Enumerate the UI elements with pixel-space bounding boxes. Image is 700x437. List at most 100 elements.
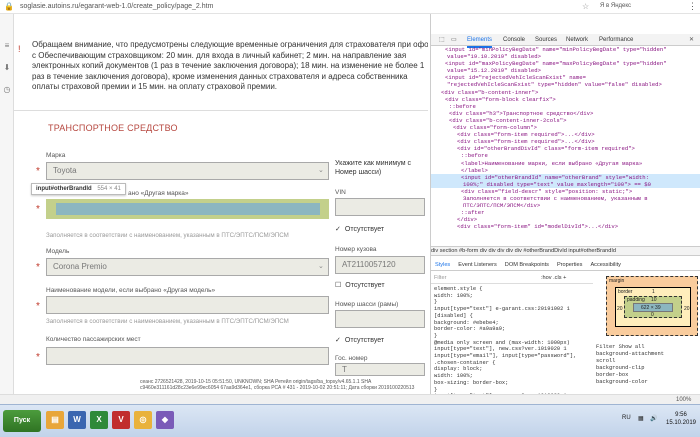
word-icon[interactable]: W [68, 411, 86, 429]
notice-text: Обращаем внимание, что предусмотрены сле… [32, 40, 428, 91]
chevron-down-icon: ⌄ [318, 167, 324, 174]
download-icon[interactable]: ⬇ [3, 64, 11, 72]
taskbar-strip: Пуск ▤ W X V ◎ ◆ RU ▦ 🔊 9:56 15.10.2019 [0, 404, 700, 437]
excel-icon[interactable]: X [90, 411, 108, 429]
gos-number-input[interactable]: T [335, 363, 425, 376]
yandex-search-label[interactable]: Я в Яндекс [600, 3, 631, 9]
required-star: * [36, 204, 40, 215]
body-number-input[interactable]: AT2110057120 [335, 256, 425, 274]
device-icon[interactable]: ▭ [451, 34, 457, 46]
dom-line[interactable]: <input id="maxPolicyBegDate" name="maxPo… [431, 60, 700, 67]
vivaldi-icon[interactable]: V [112, 411, 130, 429]
dom-line[interactable]: <div id="otherBrandDivId" class="form-it… [431, 145, 700, 152]
other-model-input[interactable] [46, 296, 329, 314]
star-icon[interactable]: ☆ [582, 2, 589, 11]
style-rule-line: input[type="email"], input[type="passwor… [434, 353, 577, 360]
computed-line: Filter Show all [596, 344, 645, 350]
dom-line[interactable]: </label> [431, 167, 700, 174]
box-margin-label: margin [609, 278, 625, 284]
app-icon[interactable]: ◆ [156, 411, 174, 429]
dom-line[interactable]: value="15.12.2019" disabled> [431, 67, 700, 74]
styles-tab[interactable]: DOM Breakpoints [505, 262, 549, 268]
dom-line[interactable]: </div> [431, 216, 700, 223]
body-absent-checkbox[interactable]: ☐ Отсутствует [335, 281, 385, 289]
required-star: * [36, 301, 40, 312]
tab-performance[interactable]: Performance [599, 34, 633, 46]
style-rule-line: border-color: #a9a9a9; [434, 326, 506, 333]
style-rule-line: .chosen-container { [434, 359, 496, 366]
dom-line[interactable]: ПТС/ЭПТС/ПСМ/ЭПСМ</div> [431, 202, 700, 209]
dom-line[interactable]: ::before [431, 152, 700, 159]
explorer-icon[interactable]: ▤ [46, 411, 64, 429]
dom-line[interactable]: <div class="form-item" id="modelDivId">.… [431, 223, 700, 230]
styles-tab[interactable]: Event Listeners [458, 262, 497, 268]
dom-line[interactable]: <div class="form-column"> [431, 124, 700, 131]
dom-line[interactable]: Заполняется в соответствии с наименовани… [431, 195, 700, 202]
dom-line[interactable]: value="19.10.2019" disabled> [431, 53, 700, 60]
browser-sidebar: ≡ ⬇ ◷ [0, 14, 14, 394]
vin-input[interactable] [335, 198, 425, 216]
filter-toggles[interactable]: :hov .cls + [541, 273, 566, 284]
dom-line[interactable]: <div class="form-block clearfix"> [431, 96, 700, 103]
dom-line[interactable]: <input id="rejectedVehIcleScanExist" nam… [431, 74, 700, 81]
tooltip-size: 554 × 41 [97, 186, 121, 192]
box-padding-left: 20 [617, 306, 623, 312]
start-button[interactable]: Пуск [3, 410, 41, 432]
dom-line[interactable]: <input id="otherBrandId" name="otherBran… [431, 173, 700, 181]
dom-tree: <input id="minPolicyBegDate" name="minPo… [431, 46, 700, 244]
address-bar[interactable]: soglasie.autoins.ru/egarant-web-1.0/crea… [20, 0, 420, 14]
volume-icon[interactable]: 🔊 [650, 415, 657, 422]
close-icon[interactable]: ✕ [689, 34, 694, 46]
check-icon: ✓ [335, 337, 341, 344]
chassis-absent-checkbox[interactable]: ✓ Отсутствует [335, 336, 384, 344]
tab-console[interactable]: Console [503, 34, 525, 46]
box-content-size: 622 × 39 [641, 305, 661, 311]
styles-tab[interactable]: Accessibility [590, 262, 620, 268]
style-rule-line: display: block; [434, 366, 483, 373]
dom-line[interactable]: "rejectedVehIcleScanExist" type="hidden"… [431, 81, 700, 88]
styles-tab[interactable]: Styles [435, 262, 450, 268]
other-brand-input[interactable] [56, 203, 320, 215]
box-border-value: 1 [652, 289, 655, 295]
dom-line[interactable]: ::after [431, 209, 700, 216]
dom-line[interactable]: ::before [431, 103, 700, 110]
style-rule-line: width: 100%; [434, 373, 473, 380]
dom-line[interactable]: <div class="h3">Транспортное средство</d… [431, 110, 700, 117]
computed-line: scroll [596, 358, 616, 364]
dom-breadcrumb[interactable]: div section #b-form div div div div div … [431, 246, 700, 256]
box-border-label: border [618, 289, 633, 295]
language-indicator[interactable]: RU [622, 415, 631, 421]
clock[interactable]: 9:56 15.10.2019 [664, 411, 698, 427]
style-rule-line: } [434, 332, 438, 339]
history-icon[interactable]: ◷ [3, 86, 11, 94]
passengers-input[interactable] [46, 347, 329, 365]
computed-line: background-color [596, 379, 648, 385]
style-rule-line: } [434, 386, 438, 393]
dom-line[interactable]: <label>Наименование марки, если выбрано … [431, 160, 700, 167]
network-icon[interactable]: ▦ [638, 415, 644, 422]
styles-tab[interactable]: Properties [557, 262, 583, 268]
inspect-icon[interactable]: ⬚ [439, 34, 445, 46]
dom-line[interactable]: <div class="form-item required">...</div… [431, 138, 700, 145]
menu-icon[interactable]: ⋮ [688, 1, 697, 12]
brand-select[interactable]: Toyota [46, 162, 329, 180]
style-rule-line: width: 100%; [434, 292, 473, 299]
required-star: * [36, 352, 40, 363]
styles-filter[interactable]: Filter :hov .cls + [431, 273, 593, 284]
filter-placeholder: Filter [434, 275, 447, 281]
hamburger-icon[interactable]: ≡ [3, 42, 11, 50]
dom-line[interactable]: <input id="minPolicyBegDate" name="minPo… [431, 46, 700, 53]
dom-line[interactable]: 100%;" disabled type="text" value maxlen… [431, 180, 700, 188]
chassis-input[interactable] [335, 310, 425, 328]
dom-line[interactable]: <div class="field-descr" style="position… [431, 188, 700, 195]
dom-line[interactable]: <div class="b-content-inner-2cols"> [431, 117, 700, 124]
tab-sources[interactable]: Sources [535, 34, 557, 46]
tab-network[interactable]: Network [566, 34, 588, 46]
vin-absent-checkbox[interactable]: ✓ Отсутствует [335, 225, 384, 233]
dom-line[interactable]: <div class="b-content-inner"> [431, 89, 700, 96]
model-select[interactable]: Corona Premio [46, 258, 329, 276]
chrome-icon[interactable]: ◎ [134, 411, 152, 429]
browser-toolbar: 🔒 soglasie.autoins.ru/egarant-web-1.0/cr… [0, 0, 700, 14]
dom-line[interactable]: <div class="form-item required">...</div… [431, 131, 700, 138]
vin-absent-label: Отсутствует [344, 226, 385, 233]
